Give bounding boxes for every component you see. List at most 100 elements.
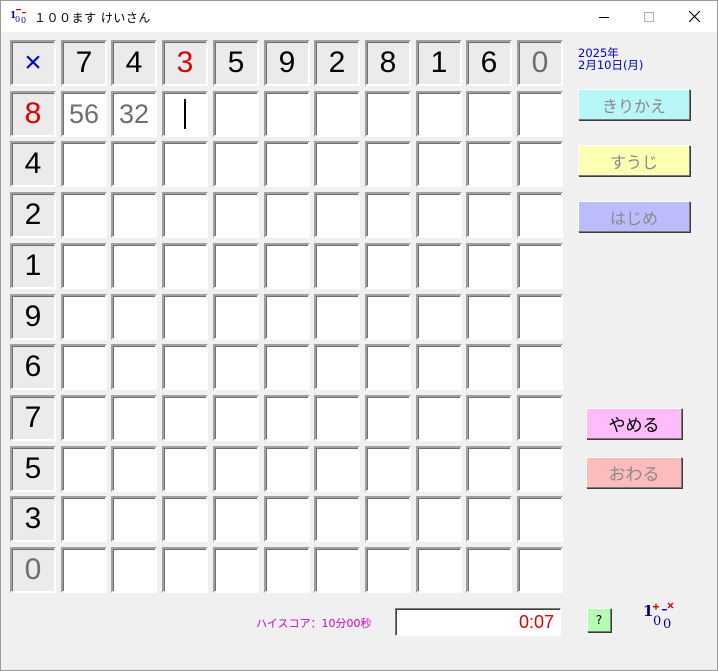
answer-cell[interactable] xyxy=(517,496,563,542)
switch-button[interactable]: きりかえ xyxy=(578,89,690,120)
close-button[interactable] xyxy=(671,1,717,32)
answer-cell[interactable] xyxy=(365,395,411,441)
help-button[interactable]: ? xyxy=(587,608,611,632)
answer-cell[interactable] xyxy=(111,344,157,390)
answer-cell[interactable] xyxy=(416,243,462,289)
answer-cell[interactable] xyxy=(162,243,208,289)
numbers-button[interactable]: すうじ xyxy=(578,145,690,176)
answer-cell[interactable] xyxy=(264,294,310,340)
start-button[interactable]: はじめ xyxy=(578,201,690,232)
answer-cell[interactable] xyxy=(314,141,360,187)
answer-cell[interactable] xyxy=(314,496,360,542)
answer-cell[interactable] xyxy=(213,395,259,441)
answer-cell[interactable] xyxy=(314,192,360,238)
answer-cell[interactable] xyxy=(365,547,411,593)
answer-cell[interactable] xyxy=(365,91,411,137)
answer-cell[interactable] xyxy=(517,192,563,238)
answer-cell[interactable] xyxy=(162,344,208,390)
answer-cell[interactable] xyxy=(61,446,107,492)
answer-cell[interactable] xyxy=(61,192,107,238)
answer-cell[interactable] xyxy=(213,496,259,542)
answer-cell[interactable] xyxy=(517,294,563,340)
answer-cell[interactable] xyxy=(416,91,462,137)
answer-cell[interactable] xyxy=(365,446,411,492)
answer-cell[interactable] xyxy=(517,446,563,492)
answer-cell[interactable] xyxy=(466,496,512,542)
answer-cell[interactable] xyxy=(61,141,107,187)
answer-cell[interactable] xyxy=(314,446,360,492)
answer-cell[interactable] xyxy=(264,243,310,289)
answer-cell[interactable] xyxy=(61,496,107,542)
answer-cell[interactable] xyxy=(517,395,563,441)
answer-cell[interactable] xyxy=(111,446,157,492)
answer-cell[interactable] xyxy=(162,395,208,441)
answer-cell[interactable] xyxy=(111,141,157,187)
answer-cell[interactable] xyxy=(314,344,360,390)
answer-cell[interactable] xyxy=(213,91,259,137)
stop-button[interactable]: やめる xyxy=(586,408,682,439)
answer-cell[interactable] xyxy=(162,141,208,187)
answer-cell[interactable] xyxy=(416,141,462,187)
answer-cell[interactable] xyxy=(111,496,157,542)
answer-cell[interactable] xyxy=(466,395,512,441)
answer-cell[interactable] xyxy=(314,91,360,137)
answer-cell[interactable] xyxy=(365,192,411,238)
answer-cell[interactable] xyxy=(314,243,360,289)
answer-cell[interactable] xyxy=(466,547,512,593)
answer-cell[interactable]: 32 xyxy=(111,91,157,137)
answer-cell[interactable] xyxy=(466,294,512,340)
answer-cell[interactable] xyxy=(416,344,462,390)
answer-cell[interactable] xyxy=(264,547,310,593)
answer-cell[interactable] xyxy=(213,141,259,187)
answer-cell[interactable]: 56 xyxy=(61,91,107,137)
answer-cell[interactable] xyxy=(466,192,512,238)
answer-cell[interactable] xyxy=(365,243,411,289)
answer-cell[interactable] xyxy=(61,395,107,441)
answer-cell[interactable] xyxy=(314,547,360,593)
answer-cell[interactable] xyxy=(61,243,107,289)
answer-cell[interactable] xyxy=(416,446,462,492)
answer-cell[interactable] xyxy=(517,91,563,137)
answer-cell[interactable] xyxy=(365,141,411,187)
answer-cell[interactable] xyxy=(416,547,462,593)
answer-cell[interactable] xyxy=(466,243,512,289)
answer-cell[interactable] xyxy=(365,344,411,390)
answer-cell[interactable] xyxy=(111,192,157,238)
answer-cell[interactable] xyxy=(162,294,208,340)
answer-cell[interactable] xyxy=(314,395,360,441)
minimize-button[interactable] xyxy=(581,1,627,32)
answer-cell[interactable] xyxy=(61,547,107,593)
answer-cell[interactable] xyxy=(365,294,411,340)
answer-cell[interactable] xyxy=(162,496,208,542)
answer-cell[interactable] xyxy=(61,294,107,340)
answer-cell[interactable] xyxy=(111,547,157,593)
answer-cell[interactable] xyxy=(61,344,107,390)
answer-cell[interactable] xyxy=(264,395,310,441)
answer-cell[interactable] xyxy=(517,344,563,390)
maximize-button[interactable] xyxy=(626,1,672,32)
active-answer-cell[interactable] xyxy=(162,91,208,137)
answer-cell[interactable] xyxy=(365,496,411,542)
answer-cell[interactable] xyxy=(213,446,259,492)
answer-cell[interactable] xyxy=(466,141,512,187)
answer-cell[interactable] xyxy=(213,547,259,593)
answer-cell[interactable] xyxy=(111,395,157,441)
answer-cell[interactable] xyxy=(416,192,462,238)
answer-cell[interactable] xyxy=(466,91,512,137)
answer-cell[interactable] xyxy=(466,446,512,492)
answer-cell[interactable] xyxy=(162,547,208,593)
answer-cell[interactable] xyxy=(416,496,462,542)
answer-cell[interactable] xyxy=(416,294,462,340)
answer-cell[interactable] xyxy=(111,294,157,340)
answer-cell[interactable] xyxy=(213,294,259,340)
answer-cell[interactable] xyxy=(264,446,310,492)
answer-cell[interactable] xyxy=(466,344,512,390)
answer-cell[interactable] xyxy=(162,446,208,492)
answer-cell[interactable] xyxy=(264,192,310,238)
answer-cell[interactable] xyxy=(517,243,563,289)
answer-cell[interactable] xyxy=(314,294,360,340)
answer-cell[interactable] xyxy=(111,243,157,289)
finish-button[interactable]: おわる xyxy=(586,457,682,488)
answer-cell[interactable] xyxy=(162,192,208,238)
answer-cell[interactable] xyxy=(416,395,462,441)
